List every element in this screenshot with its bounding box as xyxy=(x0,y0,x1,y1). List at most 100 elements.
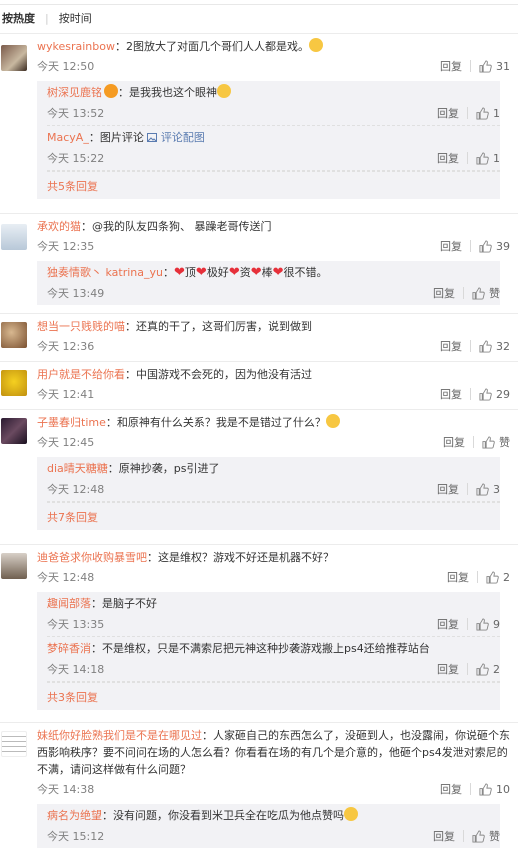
username[interactable]: 用户就是不给你看 xyxy=(37,368,125,381)
reply-item: dia晴天糖糖：原神抄袭，ps引进了 今天 12:48 回复 3 xyxy=(47,457,500,502)
reply-list: 独奏情歌丶 katrina_yu：❤顶❤极好❤资❤棒❤很不错。 今天 13:49… xyxy=(37,261,500,305)
tab-hot[interactable]: 按热度 xyxy=(0,10,37,26)
laugh-emoji-icon xyxy=(308,38,323,52)
reply-item: 梦碎香消：不是维权，只是不满索尼把元神这种抄袭游戏搬上ps4还给推荐站台 今天 … xyxy=(47,637,500,682)
reply-button[interactable]: 回复 xyxy=(440,781,462,797)
reply-button[interactable]: 回复 xyxy=(440,238,462,254)
username[interactable]: 想当一只贱贱的喵 xyxy=(37,320,125,333)
comment: 妹纸你好脸熟我们是不是在哪见过：人家砸自己的东西怎么了，没砸到人，也没露闹，你说… xyxy=(0,722,518,848)
reply-button[interactable]: 回复 xyxy=(440,58,462,74)
reply-button[interactable]: 回复 xyxy=(437,481,459,497)
reply-item: 树深见鹿铭 ：是我我也这个眼神 今天 13:52 回复 1 xyxy=(47,81,500,126)
like-button[interactable]: 2 xyxy=(486,571,510,584)
like-button[interactable]: 9 xyxy=(476,618,500,631)
like-button[interactable]: 1 xyxy=(476,107,500,120)
reply-list: 病名为绝望：没有问题，你没看到米卫兵全在吃瓜为他点赞吗 今天 15:12 回复赞 xyxy=(37,804,500,848)
username[interactable]: 子墨春归time xyxy=(37,416,106,429)
username[interactable]: 独奏情歌丶 katrina_yu xyxy=(47,266,163,279)
comment-text: wykesrainbow：2图放大了对面几个哥们人人都是戏。 xyxy=(37,38,510,55)
username[interactable]: wykesrainbow xyxy=(37,40,115,53)
reply-button[interactable]: 回复 xyxy=(443,434,465,450)
reply-button[interactable]: 回复 xyxy=(433,285,455,301)
thumb-up-icon xyxy=(479,239,492,253)
username[interactable]: 迪爸爸求你收购暴雪吧 xyxy=(37,551,147,564)
reply-time: 今天 13:49 xyxy=(47,287,105,300)
tab-time[interactable]: 按时间 xyxy=(57,10,94,26)
reply-button[interactable]: 回复 xyxy=(437,661,459,677)
comment-time: 今天 12:35 xyxy=(37,240,95,253)
thumb-up-icon xyxy=(479,782,492,796)
like-count: 39 xyxy=(496,239,510,253)
comment-time: 今天 12:41 xyxy=(37,388,95,401)
username[interactable]: dia晴天糖糖 xyxy=(47,462,108,475)
image-comment-link[interactable]: 评论配图 xyxy=(147,131,205,144)
like-button[interactable]: 赞 xyxy=(482,434,510,450)
username[interactable]: 梦碎香消 xyxy=(47,642,91,655)
like-button[interactable]: 10 xyxy=(479,783,510,796)
more-replies-link[interactable]: 共5条回复 xyxy=(47,171,500,199)
reply-button[interactable]: 回复 xyxy=(437,150,459,166)
heart-icon: ❤ xyxy=(250,265,262,280)
reply-list: 树深见鹿铭 ：是我我也这个眼神 今天 13:52 回复 1 MacyA_：图片评论 … xyxy=(37,81,500,199)
like-count: 10 xyxy=(496,782,510,796)
avatar[interactable] xyxy=(1,45,27,71)
like-button[interactable]: 赞 xyxy=(472,828,500,844)
reply-item: 独奏情歌丶 katrina_yu：❤顶❤极好❤资❤棒❤很不错。 今天 13:49… xyxy=(47,265,500,301)
like-button[interactable]: 赞 xyxy=(472,285,500,301)
like-count: 32 xyxy=(496,339,510,353)
like-button[interactable]: 1 xyxy=(476,152,500,165)
thumb-up-icon xyxy=(472,286,485,300)
comment: 迪爸爸求你收购暴雪吧：这是维权？游戏不好还是机器不好？ 今天 12:48 回复 2… xyxy=(0,544,518,710)
comment-time: 今天 12:48 xyxy=(37,571,95,584)
reply-time: 今天 15:22 xyxy=(47,152,105,165)
like-count: 31 xyxy=(496,59,510,73)
username[interactable]: 承欢的猫 xyxy=(37,220,81,233)
like-button[interactable]: 29 xyxy=(479,388,510,401)
like-count: 1 xyxy=(493,106,500,120)
reply-time: 今天 13:35 xyxy=(47,618,105,631)
like-count: 29 xyxy=(496,387,510,401)
reply-button[interactable]: 回复 xyxy=(440,338,462,354)
thumb-up-icon xyxy=(476,482,489,496)
username[interactable]: 趣闻部落 xyxy=(47,597,91,610)
avatar[interactable] xyxy=(1,224,27,250)
reply-button[interactable]: 回复 xyxy=(440,386,462,402)
username[interactable]: 妹纸你好脸熟我们是不是在哪见过 xyxy=(37,729,202,742)
avatar[interactable] xyxy=(1,553,27,579)
thumb-up-icon xyxy=(479,339,492,353)
username[interactable]: 树深见鹿铭 xyxy=(47,86,102,99)
divider xyxy=(0,4,518,5)
avatar[interactable] xyxy=(1,731,27,757)
avatar[interactable] xyxy=(1,370,27,396)
reply-time: 今天 14:18 xyxy=(47,663,105,676)
reply-button[interactable]: 回复 xyxy=(447,569,469,585)
more-replies-link[interactable]: 共7条回复 xyxy=(47,502,500,530)
reply-button[interactable]: 回复 xyxy=(437,105,459,121)
reply-button[interactable]: 回复 xyxy=(433,828,455,844)
avatar[interactable] xyxy=(1,418,27,444)
comment: wykesrainbow：2图放大了对面几个哥们人人都是戏。 今天 12:50 … xyxy=(0,33,518,199)
reply-button[interactable]: 回复 xyxy=(437,616,459,632)
like-count: 3 xyxy=(493,482,500,496)
comment: 子墨春归time：和原神有什么关系？我是不是错过了什么？ 今天 12:45 回复… xyxy=(0,409,518,530)
avatar[interactable] xyxy=(1,322,27,348)
like-button[interactable]: 31 xyxy=(479,60,510,73)
like-button[interactable]: 2 xyxy=(476,663,500,676)
comment-time: 今天 14:38 xyxy=(37,783,95,796)
more-replies-link[interactable]: 共3条回复 xyxy=(47,682,500,710)
username[interactable]: MacyA_ xyxy=(47,131,89,144)
username[interactable]: 病名为绝望 xyxy=(47,809,102,822)
fire-emoji-icon xyxy=(104,84,118,98)
laugh-emoji-icon xyxy=(217,84,231,98)
like-button[interactable]: 3 xyxy=(476,483,500,496)
reply-list: dia晴天糖糖：原神抄袭，ps引进了 今天 12:48 回复 3 共7条回复 xyxy=(37,457,500,530)
reply-item: 趣闻部落：是脑子不好 今天 13:35 回复 9 xyxy=(47,592,500,637)
comment-time: 今天 12:50 xyxy=(37,60,95,73)
like-button[interactable]: 39 xyxy=(479,240,510,253)
thumb-up-icon xyxy=(476,106,489,120)
like-button[interactable]: 32 xyxy=(479,340,510,353)
reply-time: 今天 13:52 xyxy=(47,107,105,120)
like-count: 9 xyxy=(493,617,500,631)
thumb-up-icon xyxy=(486,570,499,584)
heart-icon: ❤ xyxy=(174,265,185,280)
